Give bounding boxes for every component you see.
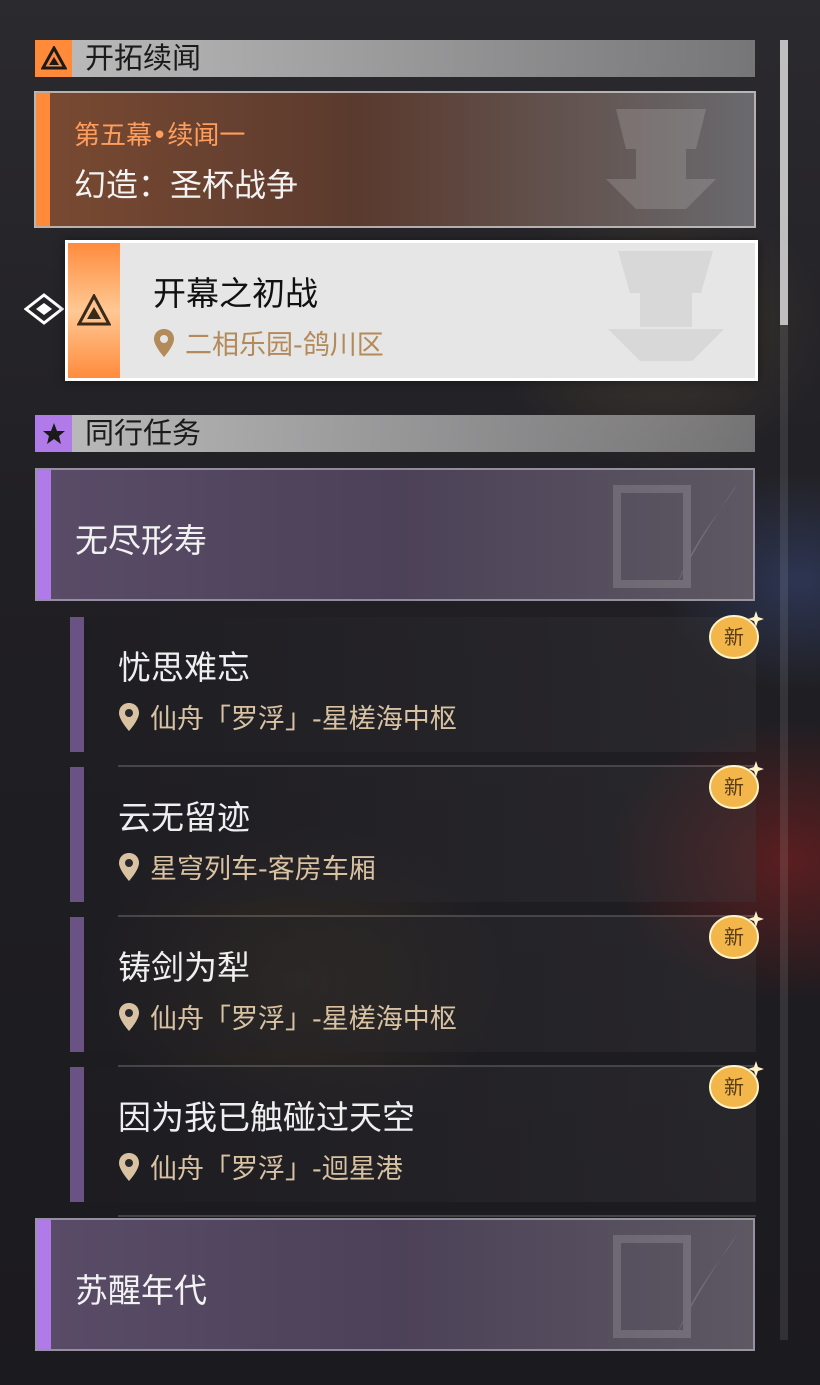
new-badge-text: 新 (724, 775, 744, 799)
quest-title: 忧思难忘 (118, 648, 250, 687)
book-quill-crest-icon (613, 1234, 737, 1338)
grail-crest-icon (606, 109, 716, 209)
quest-group-card[interactable]: 无尽形寿 (35, 468, 755, 601)
quest-location: 星穹列车-客房车厢 (118, 847, 376, 886)
location-pin-icon (119, 852, 139, 881)
quest-list-item[interactable]: 因为我已触碰过天空 仙舟「罗浮」-迴星港 新 (70, 1061, 764, 1217)
quest-title: 幻造：圣杯战争 (74, 166, 299, 204)
quest-location-text: 仙舟「罗浮」-星槎海中枢 (150, 1004, 457, 1035)
new-badge: 新 (704, 607, 766, 661)
quest-location-text: 仙舟「罗浮」-星槎海中枢 (150, 704, 457, 735)
section-header-companion: 同行任务 (35, 415, 755, 452)
new-badge-text: 新 (724, 1075, 744, 1099)
quest-accent-bar (70, 1067, 84, 1202)
new-badge: 新 (704, 1057, 766, 1111)
quest-location: 仙舟「罗浮」-星槎海中枢 (118, 697, 457, 736)
quest-location-text: 二相乐园-鸽川区 (185, 330, 384, 361)
location-pin-icon (154, 328, 174, 357)
star-icon (35, 415, 72, 452)
scrollbar-thumb[interactable] (780, 40, 788, 325)
new-badge: 新 (704, 907, 766, 961)
location-pin-icon (119, 1152, 139, 1181)
divider (118, 1215, 756, 1217)
quest-location: 二相乐园-鸽川区 (153, 323, 384, 362)
section-title: 同行任务 (85, 416, 202, 450)
new-badge-text: 新 (724, 925, 744, 949)
grail-crest-icon (608, 251, 724, 361)
location-pin-icon (119, 702, 139, 731)
location-pin-icon (119, 1002, 139, 1031)
quest-title: 云无留迹 (118, 798, 250, 837)
group-accent-bar (37, 470, 51, 599)
quest-group-card[interactable]: 苏醒年代 (35, 1218, 755, 1351)
quest-location-text: 星穹列车-客房车厢 (150, 854, 376, 885)
quest-location-text: 仙舟「罗浮」-迴星港 (150, 1154, 403, 1185)
section-title: 开拓续闻 (85, 41, 202, 75)
book-quill-crest-icon (613, 484, 737, 588)
selected-quest-card[interactable]: 开幕之初战 二相乐园-鸽川区 (65, 240, 758, 381)
trailblaze-triangle-icon (35, 40, 72, 77)
quest-location: 仙舟「罗浮」-星槎海中枢 (118, 997, 457, 1036)
trailblaze-emblem-icon (77, 293, 111, 325)
group-title: 无尽形寿 (75, 521, 207, 560)
quest-title: 铸剑为犁 (118, 948, 250, 987)
selection-pointer-icon (24, 293, 64, 325)
quest-type-badge (68, 243, 120, 378)
group-accent-bar (37, 1220, 51, 1349)
quest-title: 开幕之初战 (153, 274, 318, 313)
quest-accent-bar (70, 767, 84, 902)
quest-accent-bar (36, 93, 50, 226)
quest-accent-bar (70, 917, 84, 1052)
main-quest-card[interactable]: 第五幕•续闻一 幻造：圣杯战争 (34, 91, 756, 228)
quest-list-item[interactable]: 铸剑为犁 仙舟「罗浮」-星槎海中枢 新 (70, 911, 764, 1067)
quest-chapter-label: 第五幕•续闻一 (74, 121, 246, 151)
quest-list-item[interactable]: 云无留迹 星穹列车-客房车厢 新 (70, 761, 764, 917)
section-header-trailblaze: 开拓续闻 (35, 40, 755, 77)
new-badge-text: 新 (724, 625, 744, 649)
quest-title: 因为我已触碰过天空 (118, 1098, 415, 1137)
quest-list-item[interactable]: 忧思难忘 仙舟「罗浮」-星槎海中枢 新 (70, 611, 764, 767)
quest-accent-bar (70, 617, 84, 752)
quest-location: 仙舟「罗浮」-迴星港 (118, 1147, 403, 1186)
group-title: 苏醒年代 (75, 1271, 207, 1310)
new-badge: 新 (704, 757, 766, 811)
